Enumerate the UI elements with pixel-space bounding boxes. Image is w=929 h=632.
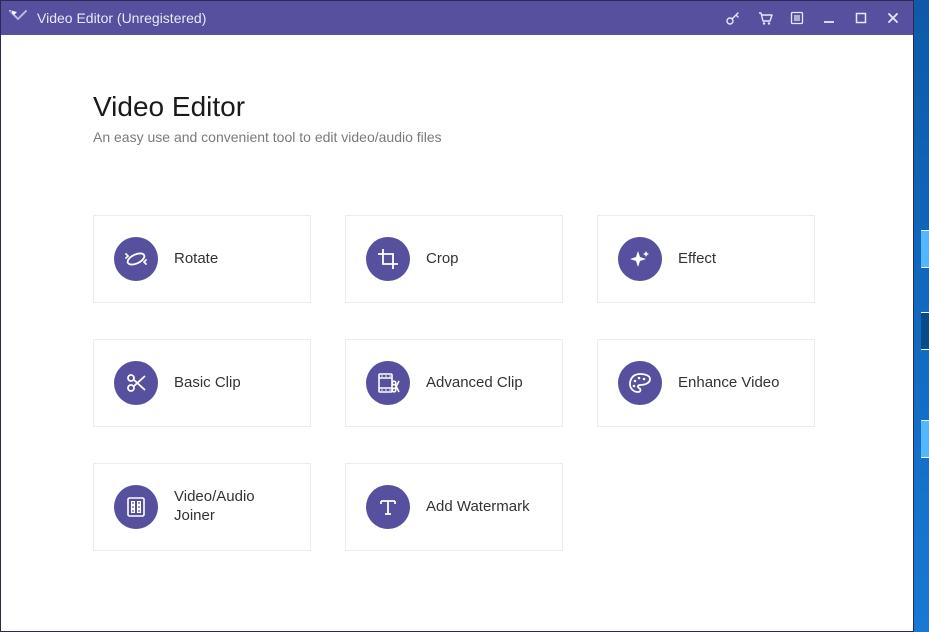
palette-icon [618, 361, 662, 405]
tool-label: Rotate [174, 250, 218, 269]
tool-advanced-clip[interactable]: Advanced Clip [345, 339, 563, 427]
tool-grid: Rotate Crop Effect [93, 215, 821, 551]
rotate-icon [114, 237, 158, 281]
page-title: Video Editor [93, 91, 821, 123]
tool-watermark[interactable]: Add Watermark [345, 463, 563, 551]
scissors-icon [114, 361, 158, 405]
app-logo-icon [7, 9, 29, 27]
close-button[interactable] [881, 6, 905, 30]
window-title: Video Editor (Unregistered) [37, 10, 206, 26]
key-icon[interactable] [721, 6, 745, 30]
tool-crop[interactable]: Crop [345, 215, 563, 303]
join-icon [114, 485, 158, 529]
menu-icon[interactable] [785, 6, 809, 30]
tool-joiner[interactable]: Video/AudioJoiner [93, 463, 311, 551]
tool-enhance-video[interactable]: Enhance Video [597, 339, 815, 427]
tool-label: Video/AudioJoiner [174, 488, 255, 526]
tool-rotate[interactable]: Rotate [93, 215, 311, 303]
tool-label: Crop [426, 250, 459, 269]
crop-icon [366, 237, 410, 281]
tool-label: Effect [678, 250, 716, 269]
tool-label: Advanced Clip [426, 374, 523, 393]
main-content: Video Editor An easy use and convenient … [1, 35, 913, 631]
tool-label: Enhance Video [678, 374, 779, 393]
cart-icon[interactable] [753, 6, 777, 30]
title-bar: Video Editor (Unregistered) [1, 1, 913, 35]
film-scissors-icon [366, 361, 410, 405]
text-icon [366, 485, 410, 529]
maximize-button[interactable] [849, 6, 873, 30]
tool-effect[interactable]: Effect [597, 215, 815, 303]
desktop-background [914, 0, 929, 632]
tool-basic-clip[interactable]: Basic Clip [93, 339, 311, 427]
minimize-button[interactable] [817, 6, 841, 30]
tool-label: Add Watermark [426, 498, 530, 517]
page-subtitle: An easy use and convenient tool to edit … [93, 129, 821, 145]
app-window: Video Editor (Unregistered) Video Editor… [0, 0, 914, 632]
tool-label: Basic Clip [174, 374, 241, 393]
sparkle-icon [618, 237, 662, 281]
